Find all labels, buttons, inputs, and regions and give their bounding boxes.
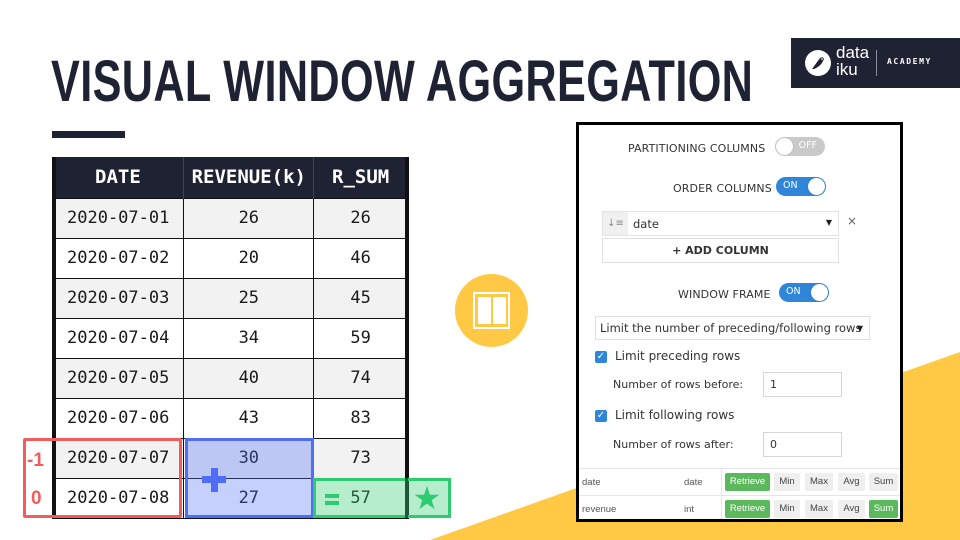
- cell-date: 2020-07-04: [51, 317, 185, 359]
- table-row: 2020-07-01 26 26: [51, 197, 408, 239]
- cell-revenue: 25: [183, 277, 315, 319]
- cell-r-sum: 46: [313, 237, 408, 279]
- partitioning-columns-toggle[interactable]: OFF: [775, 137, 825, 156]
- page-title: VISUAL WINDOW AGGREGATION: [51, 49, 754, 114]
- limit-preceding-checkbox[interactable]: ✓: [595, 351, 607, 363]
- cell-r-sum: 73: [313, 437, 408, 479]
- title-underline: [52, 131, 125, 138]
- cell-revenue: 40: [183, 357, 315, 399]
- min-button[interactable]: Min: [774, 473, 800, 491]
- window-frame-mode-value: Limit the number of preceding/following …: [600, 321, 862, 335]
- limit-preceding-label: Limit preceding rows: [615, 349, 741, 363]
- window-pane-left: [478, 297, 491, 324]
- sum-button[interactable]: Sum: [869, 500, 898, 518]
- offset-label-preceding: -1: [27, 450, 44, 471]
- sum-button[interactable]: Sum: [869, 473, 898, 491]
- toggle-knob: [776, 138, 793, 155]
- logo-wordmark-line1: data: [836, 43, 870, 62]
- window-frame-label: WINDOW FRAME: [678, 288, 771, 301]
- header-date: DATE: [52, 157, 185, 198]
- table-row: 2020-07-02 20 46: [51, 237, 408, 279]
- aggregation-row-date: date date Retrieve Min Max Avg Sum: [579, 469, 900, 496]
- plus-icon: [202, 468, 226, 492]
- result-divider: [405, 478, 408, 518]
- cell-revenue: 43: [183, 397, 315, 439]
- cell-date: 2020-07-01: [51, 197, 185, 239]
- rows-before-label: Number of rows before:: [613, 378, 744, 391]
- remove-order-column-button[interactable]: ×: [847, 214, 857, 228]
- window-rows-highlight: [23, 438, 182, 518]
- logo-separator: [876, 50, 877, 76]
- table-row: 2020-07-06 43 83: [51, 397, 408, 439]
- partitioning-columns-label: PARTITIONING COLUMNS: [628, 142, 766, 155]
- cell-date: 2020-07-05: [51, 357, 185, 399]
- rows-after-input[interactable]: 0: [763, 432, 842, 457]
- window-frame-toggle[interactable]: ON: [779, 283, 829, 302]
- column-name: revenue: [582, 504, 617, 515]
- cell-date: 2020-07-06: [51, 397, 185, 439]
- toggle-state: ON: [783, 180, 798, 191]
- chevron-down-icon: ▼: [856, 324, 863, 333]
- toggle-knob: [811, 284, 828, 301]
- logo-wordmark: data iku: [836, 44, 869, 78]
- toggle-state: OFF: [798, 140, 817, 151]
- retrieve-button[interactable]: Retrieve: [725, 500, 770, 518]
- table-header-row: DATE REVENUE(k) R_SUM: [52, 157, 408, 198]
- cell-r-sum: 59: [313, 317, 408, 359]
- aggregations-table: date date Retrieve Min Max Avg Sum reven…: [579, 468, 900, 519]
- aggregation-row-revenue: revenue int Retrieve Min Max Avg Sum: [579, 496, 900, 519]
- cell-r-sum: 83: [313, 397, 408, 439]
- column-name: date: [582, 477, 601, 488]
- header-revenue: REVENUE(k): [183, 157, 315, 198]
- sort-ascending-icon[interactable]: ↓≡: [603, 212, 628, 235]
- limit-following-checkbox[interactable]: ✓: [595, 410, 607, 422]
- rows-before-input[interactable]: 1: [763, 372, 842, 397]
- table-row: 2020-07-04 34 59: [51, 317, 408, 359]
- window-icon: [455, 274, 528, 347]
- order-column-select[interactable]: ↓≡ date ▼: [602, 211, 839, 236]
- cell-date: 2020-07-02: [51, 237, 185, 279]
- order-column-value: date: [633, 217, 659, 231]
- table-row: 2020-07-03 25 45: [51, 277, 408, 319]
- window-frame-mode-select[interactable]: Limit the number of preceding/following …: [595, 316, 870, 340]
- order-columns-label: ORDER COLUMNS: [673, 182, 772, 195]
- max-button[interactable]: Max: [805, 500, 833, 518]
- window-pane-right: [493, 297, 506, 324]
- cell-revenue: 20: [183, 237, 315, 279]
- column-type: date: [684, 477, 703, 488]
- toggle-state: ON: [786, 286, 801, 297]
- table-row: 2020-07-05 40 74: [51, 357, 408, 399]
- equals-icon: [325, 494, 339, 506]
- offset-label-current: 0: [31, 488, 42, 509]
- avg-button[interactable]: Avg: [838, 500, 865, 518]
- cell-revenue: 34: [183, 317, 315, 359]
- cell-r-sum: 45: [313, 277, 408, 319]
- order-columns-toggle[interactable]: ON: [776, 177, 826, 196]
- cell-r-sum: 74: [313, 357, 408, 399]
- window-frame-shape: [473, 292, 510, 329]
- column-type: int: [684, 504, 695, 515]
- cell-r-sum: 26: [313, 197, 408, 239]
- chevron-down-icon: ▼: [825, 218, 832, 227]
- avg-button[interactable]: Avg: [838, 473, 865, 491]
- retrieve-button[interactable]: Retrieve: [725, 473, 770, 491]
- toggle-knob: [808, 178, 825, 195]
- dataiku-academy-logo: data iku ACADEMY: [791, 38, 960, 88]
- min-button[interactable]: Min: [774, 500, 800, 518]
- header-r-sum: R_SUM: [313, 157, 408, 198]
- column-separator: [721, 469, 722, 496]
- logo-subtitle: ACADEMY: [887, 57, 932, 66]
- star-icon: ★: [412, 480, 442, 516]
- cell-revenue: 26: [183, 197, 315, 239]
- logo-wordmark-line2: iku: [836, 60, 858, 79]
- limit-following-label: Limit following rows: [615, 408, 735, 422]
- add-column-button[interactable]: + ADD COLUMN: [602, 238, 839, 263]
- cell-date: 2020-07-03: [51, 277, 185, 319]
- max-button[interactable]: Max: [805, 473, 833, 491]
- column-separator: [721, 496, 722, 519]
- rows-after-label: Number of rows after:: [613, 438, 734, 451]
- window-settings-panel: PARTITIONING COLUMNS OFF ORDER COLUMNS O…: [576, 122, 903, 522]
- bird-icon: [805, 50, 831, 76]
